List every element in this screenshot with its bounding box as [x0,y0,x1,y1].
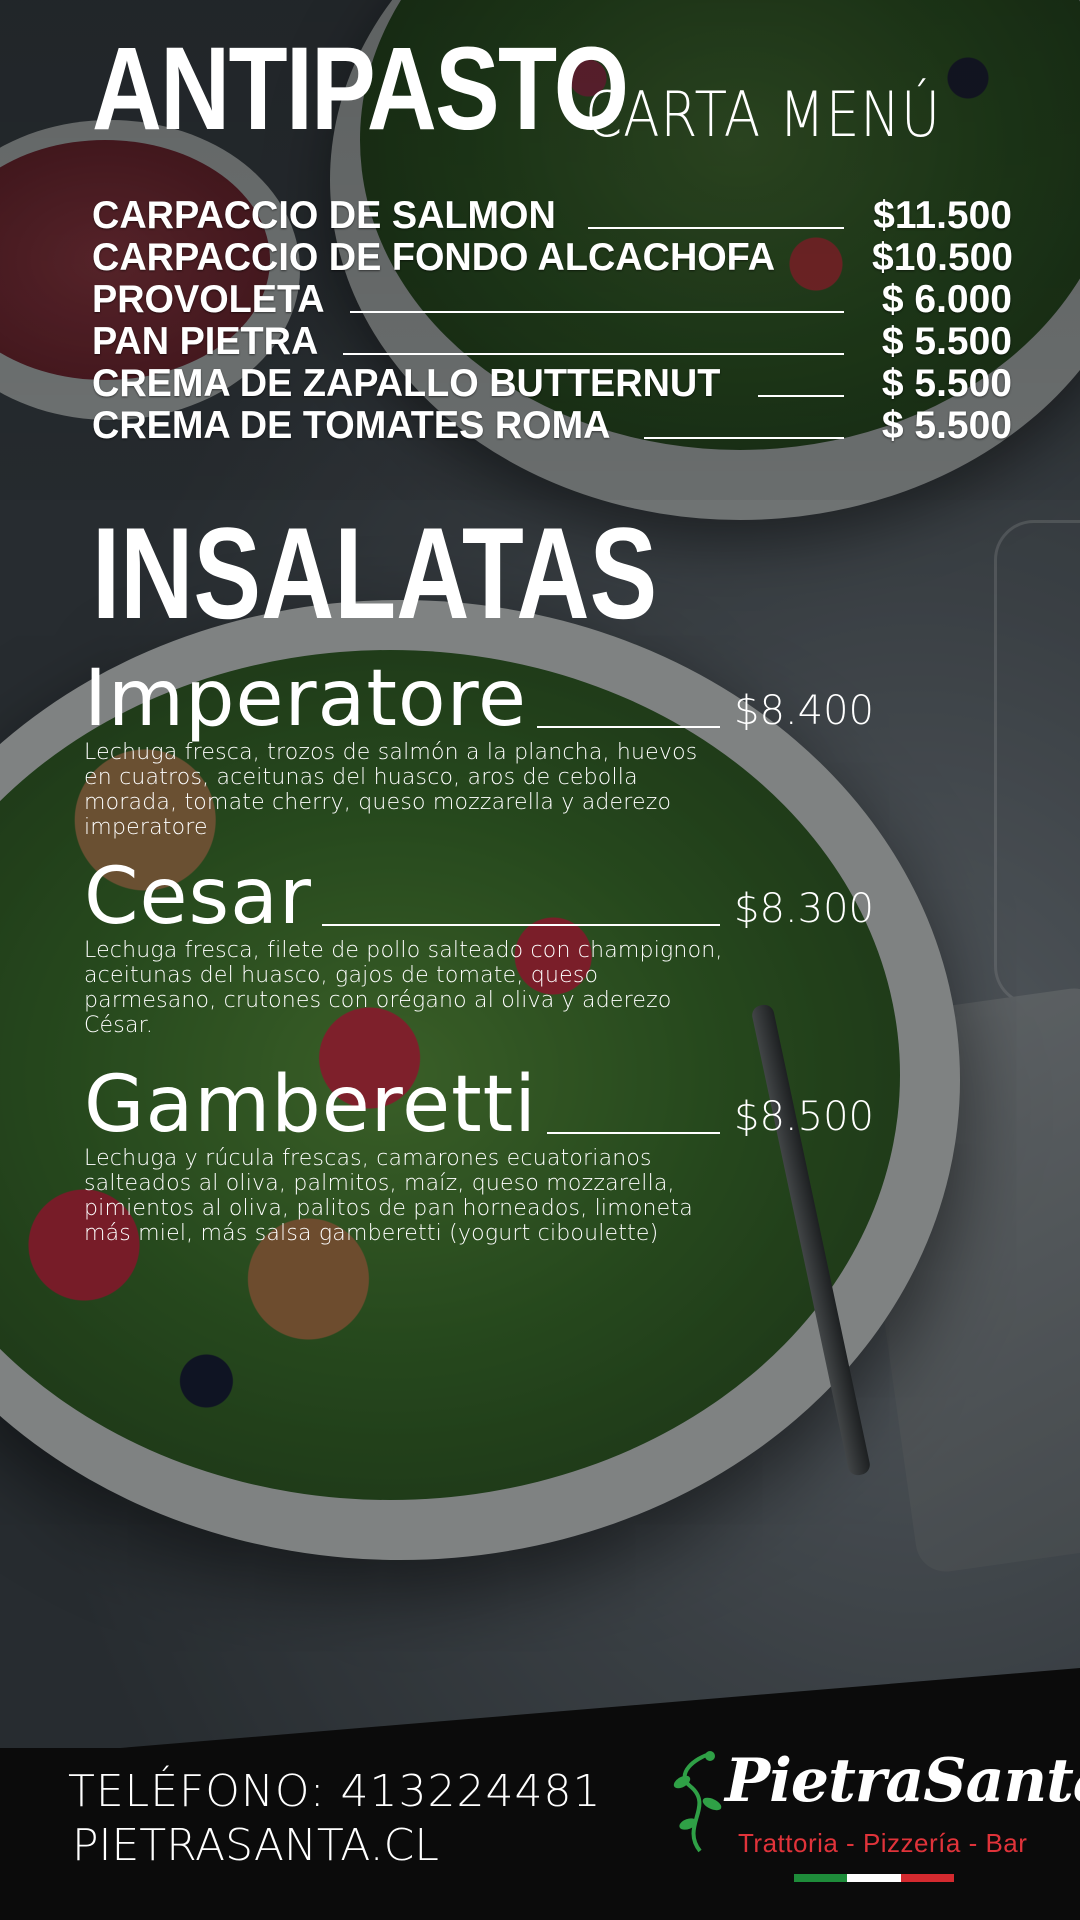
salad-description: Lechuga y rúcula frescas, camarones ecua… [84,1146,693,1246]
leader-line [349,311,844,313]
leader-line [644,437,844,439]
leader-line [546,1132,720,1134]
item-price: $ 5.500 [881,404,1012,447]
antipasto-heading: ANTIPASTO [92,23,629,155]
leader-line [321,924,720,926]
flag-red [900,1874,954,1882]
logo-name: PietraSanta [725,1746,1080,1816]
salad-description: Lechuga fresca, filete de pollo salteado… [84,938,723,1038]
item-price: $ 6.000 [881,278,1012,321]
leader-line [814,269,844,271]
list-item: CARPACCIO DE FONDO ALCACHOFA $10.500 [92,236,1013,280]
salad-price: $8.400 [734,688,874,734]
salad-description: Lechuga fresca, trozos de salmón a la pl… [84,740,698,840]
item-price: $10.500 [872,236,1013,279]
list-item: CREMA DE ZAPALLO BUTTERNUT $ 5.500 [92,362,1012,406]
carta-menu-subtitle: CARTA MENÚ [585,78,941,151]
flag-green [794,1874,848,1882]
item-name: CREMA DE TOMATES ROMA [92,404,611,447]
item-name: PROVOLETA [92,278,325,321]
leader-line [757,395,844,397]
italian-flag-stripe [794,1874,954,1882]
insalatas-heading: INSALATAS [92,500,658,646]
list-item: CREMA DE TOMATES ROMA $ 5.500 [92,404,1012,448]
item-name: CARPACCIO DE FONDO ALCACHOFA [92,236,776,279]
website-link[interactable]: PIETRASANTA.CL [72,1820,439,1871]
item-name: CARPACCIO DE SALMON [92,194,556,237]
flag-white [847,1874,901,1882]
phone-number[interactable]: TELÉFONO: 413224481 [68,1766,601,1817]
list-item: CARPACCIO DE SALMON $11.500 [92,194,1012,238]
salad-name: Imperatore [84,654,527,744]
salad-item-imperatore: Imperatore $8.400 Lechuga fresca, trozos… [84,654,874,840]
list-item: PROVOLETA $ 6.000 [92,278,1012,322]
salad-item-cesar: Cesar $8.300 Lechuga fresca, filete de p… [84,852,874,1038]
salad-price: $8.300 [734,886,874,932]
leader-line [343,353,844,355]
leader-line [537,726,720,728]
salad-name: Gamberetti [84,1060,537,1150]
logo-tagline: Trattoria - Pizzería - Bar [738,1828,1028,1858]
item-name: PAN PIETRA [92,320,319,363]
item-price: $ 5.500 [881,320,1012,363]
list-item: PAN PIETRA $ 5.500 [92,320,1012,364]
salad-price: $8.500 [734,1094,874,1140]
salad-name: Cesar [84,852,312,942]
pietrasanta-logo: PietraSanta Trattoria - Pizzería - Bar [660,1746,1080,1896]
item-price: $11.500 [873,194,1012,237]
item-price: $ 5.500 [881,362,1012,405]
salad-item-gamberetti: Gamberetti $8.500 Lechuga y rúcula fresc… [84,1060,874,1246]
leader-line [588,227,844,229]
antipasto-list: CARPACCIO DE SALMON $11.500 CARPACCIO DE… [92,194,1013,448]
item-name: CREMA DE ZAPALLO BUTTERNUT [92,362,721,405]
